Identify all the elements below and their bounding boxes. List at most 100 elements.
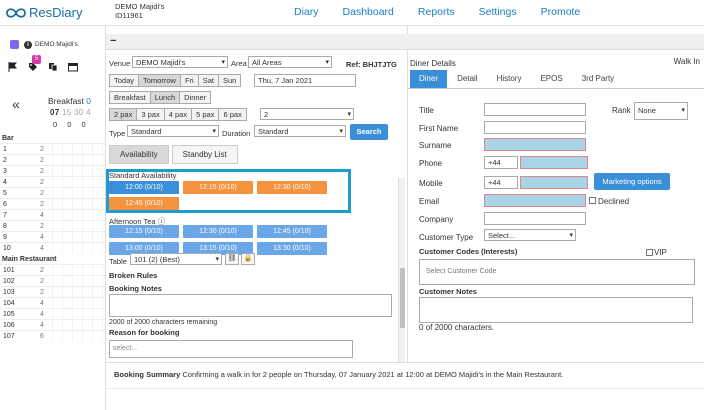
table-row[interactable]: 10 4: [0, 242, 105, 253]
date-input[interactable]: Thu, 7 Jan 2021: [254, 74, 356, 87]
info-icon[interactable]: i: [24, 40, 32, 49]
timeline-grid[interactable]: [52, 320, 105, 330]
venue-select[interactable]: DEMO Majidi's: [132, 56, 228, 68]
table-select[interactable]: 101 (2) (Best): [130, 253, 222, 265]
nav-reports[interactable]: Reports: [418, 6, 455, 18]
table-row[interactable]: 32: [0, 165, 105, 176]
marketing-options-button[interactable]: Marketing options: [594, 173, 670, 190]
scrollbar[interactable]: [398, 178, 405, 368]
timeline-grid[interactable]: [52, 177, 105, 187]
scrollbar-thumb[interactable]: [400, 268, 405, 328]
table-row[interactable]: 62: [0, 198, 105, 209]
tab-diner[interactable]: Diner: [410, 70, 448, 88]
phone-field[interactable]: [520, 156, 588, 169]
table-row[interactable]: 82: [0, 220, 105, 231]
timeline-grid[interactable]: [52, 221, 105, 231]
time-slot-button[interactable]: 12:15 (0/10): [109, 225, 179, 238]
pax-select[interactable]: 2: [260, 108, 354, 120]
nav-dashboard[interactable]: Dashboard: [343, 6, 394, 18]
customer-type-select[interactable]: Select...: [484, 229, 576, 241]
first-name-field[interactable]: [484, 121, 586, 134]
nav-diary[interactable]: Diary: [294, 6, 319, 18]
table-row[interactable]: 12: [0, 143, 105, 154]
day-button-sat[interactable]: Sat: [197, 74, 219, 87]
table-row[interactable]: 22: [0, 154, 105, 165]
declined-checkbox[interactable]: [589, 197, 596, 204]
minimize-icon[interactable]: −: [110, 35, 116, 47]
timeline-grid[interactable]: [52, 166, 105, 176]
email-field[interactable]: [484, 194, 586, 207]
timeline-grid[interactable]: [52, 265, 105, 275]
tab-standby-list[interactable]: Standby List: [171, 145, 238, 164]
booking-notes-input[interactable]: [109, 294, 392, 317]
timeline-grid[interactable]: [52, 144, 105, 154]
timeline-grid[interactable]: [52, 309, 105, 319]
table-row[interactable]: 74: [0, 209, 105, 220]
nav-settings[interactable]: Settings: [479, 6, 517, 18]
time-slot-button[interactable]: 12:45 (0/10): [257, 225, 327, 238]
table-row[interactable]: 105 4: [0, 308, 105, 319]
day-button-sun[interactable]: Sun: [217, 74, 242, 87]
day-button-tomorrow[interactable]: Tomorrow: [138, 74, 181, 87]
tab-availability[interactable]: Availability: [109, 145, 169, 164]
service-button-lunch[interactable]: Lunch: [149, 91, 181, 104]
tab-3rd-party[interactable]: 3rd Party: [573, 70, 623, 88]
link-icon[interactable]: ⛓: [225, 253, 239, 265]
customer-code-select[interactable]: Select Customer Code: [419, 259, 695, 285]
venue-selector[interactable]: i DEMO Majidi's: [10, 40, 78, 49]
copy-icon[interactable]: [48, 62, 58, 72]
timeline-grid[interactable]: [52, 210, 105, 220]
timeline-grid[interactable]: [52, 331, 105, 341]
lock-icon[interactable]: 🔒: [241, 253, 255, 265]
phone-code-field[interactable]: +44: [484, 156, 518, 169]
tag-icon[interactable]: 5: [28, 55, 41, 72]
table-row[interactable]: 106 4: [0, 319, 105, 330]
calendar-icon[interactable]: [68, 62, 78, 72]
tab-epos[interactable]: EPOS: [531, 70, 571, 88]
pax-button-6[interactable]: 6 pax: [218, 108, 247, 121]
mobile-field[interactable]: [520, 176, 588, 189]
pax-button-5[interactable]: 5 pax: [191, 108, 220, 121]
timeline-grid[interactable]: [52, 287, 105, 297]
day-button-today[interactable]: Today: [109, 74, 140, 87]
service-button-dinner[interactable]: Dinner: [179, 91, 212, 104]
reason-select[interactable]: select...: [109, 340, 353, 358]
timeline-grid[interactable]: [52, 243, 105, 253]
pax-button-2[interactable]: 2 pax: [109, 108, 138, 121]
table-row[interactable]: 107 6: [0, 330, 105, 341]
customer-notes-input[interactable]: [419, 297, 693, 323]
table-row[interactable]: 52: [0, 187, 105, 198]
timeline-grid[interactable]: [52, 232, 105, 242]
service-button-breakfast[interactable]: Breakfast: [109, 91, 151, 104]
search-button[interactable]: Search: [350, 124, 388, 140]
timeline-grid[interactable]: [52, 298, 105, 308]
surname-field[interactable]: [484, 138, 586, 151]
tab-history[interactable]: History: [488, 70, 531, 88]
tab-detail[interactable]: Detail: [448, 70, 486, 88]
nav-promote[interactable]: Promote: [541, 6, 581, 18]
pax-button-3[interactable]: 3 pax: [136, 108, 165, 121]
rank-select[interactable]: None: [634, 102, 688, 120]
logo[interactable]: ResDiary: [6, 5, 82, 20]
table-row[interactable]: 94: [0, 231, 105, 242]
collapse-sidebar-icon[interactable]: «: [12, 96, 20, 112]
flag-icon[interactable]: [8, 62, 18, 72]
day-button-fri[interactable]: Fri: [179, 74, 199, 87]
table-row[interactable]: 103 2: [0, 286, 105, 297]
area-select[interactable]: All Areas: [248, 56, 332, 68]
time-slot-button[interactable]: 13:30 (0/10): [257, 242, 327, 255]
table-row[interactable]: 101 2: [0, 264, 105, 275]
table-row[interactable]: 42: [0, 176, 105, 187]
timeline-grid[interactable]: [52, 276, 105, 286]
time-slot-button[interactable]: 12:30 (0/10): [183, 225, 253, 238]
table-row[interactable]: 104 4: [0, 297, 105, 308]
type-select[interactable]: Standard: [127, 125, 219, 137]
timeline-grid[interactable]: [52, 199, 105, 209]
mobile-code-field[interactable]: +44: [484, 176, 518, 189]
vip-checkbox[interactable]: [646, 249, 653, 256]
timeline-grid[interactable]: [52, 155, 105, 165]
title-field[interactable]: [484, 103, 586, 116]
duration-select[interactable]: Standard: [254, 125, 346, 137]
timeline-grid[interactable]: [52, 188, 105, 198]
pax-button-4[interactable]: 4 pax: [163, 108, 193, 121]
